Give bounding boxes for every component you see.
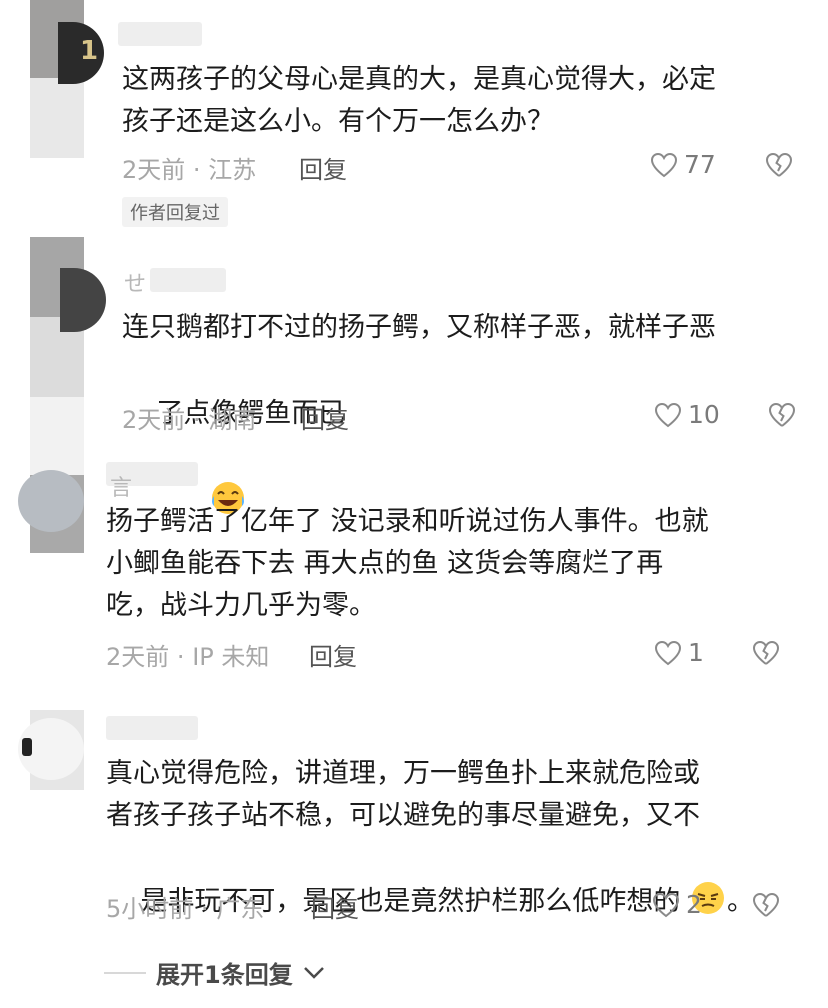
time: 5小时前 bbox=[106, 895, 194, 923]
location: 广东 bbox=[216, 895, 265, 923]
broken-heart-icon bbox=[765, 152, 793, 177]
like-button[interactable]: 1 bbox=[654, 638, 704, 667]
chevron-down-icon bbox=[303, 966, 324, 979]
avatar[interactable] bbox=[18, 718, 84, 780]
heart-icon bbox=[654, 640, 682, 665]
username-blurred[interactable] bbox=[106, 716, 198, 740]
avatar[interactable] bbox=[60, 268, 106, 332]
comment-text-line: 扬子鳄活了亿年了 没记录和听说过伤人事件。也就 bbox=[106, 506, 709, 537]
separator: · bbox=[192, 156, 201, 184]
like-count: 77 bbox=[684, 150, 716, 179]
location: IP 未知 bbox=[192, 643, 270, 671]
comment-item: 1 这两孩子的父母心是真的大，是真心觉得大，必定 孩子还是这么小。有个万一怎么办… bbox=[0, 0, 828, 230]
like-button[interactable]: 2 bbox=[652, 890, 702, 919]
reply-button[interactable]: 回复 bbox=[301, 400, 349, 435]
dislike-button[interactable] bbox=[752, 640, 780, 670]
separator: · bbox=[176, 643, 185, 671]
comment-text-line: 这两孩子的父母心是真的大，是真心觉得大，必定 bbox=[122, 64, 716, 95]
expand-replies-label: 展开1条回复 bbox=[156, 961, 293, 989]
dislike-button[interactable] bbox=[765, 152, 793, 182]
broken-heart-icon bbox=[752, 892, 780, 917]
separator: · bbox=[200, 895, 209, 923]
time: 2天前 bbox=[122, 406, 186, 434]
avatar[interactable] bbox=[18, 470, 84, 532]
reply-button[interactable]: 回复 bbox=[309, 637, 357, 672]
username-partial[interactable]: 言 bbox=[110, 470, 132, 502]
heart-icon bbox=[652, 892, 680, 917]
comment-text-line: 连只鹅都打不过的扬子鳄，又称样子恶，就样子恶 bbox=[122, 312, 716, 343]
author-replied-badge: 作者回复过 bbox=[122, 197, 228, 227]
avatar[interactable]: 1 bbox=[58, 22, 104, 84]
like-count: 2 bbox=[686, 890, 702, 919]
broken-heart-icon bbox=[768, 402, 796, 427]
blur-block bbox=[30, 397, 84, 475]
time: 2天前 bbox=[106, 643, 170, 671]
heart-icon bbox=[654, 402, 682, 427]
separator: · bbox=[192, 406, 201, 434]
username-blurred[interactable] bbox=[118, 22, 202, 46]
location: 湖南 bbox=[208, 406, 257, 434]
heart-icon bbox=[650, 152, 678, 177]
comment-text-line: 孩子还是这么小。有个万一怎么办？ bbox=[122, 106, 554, 137]
comment-meta: 5小时前 · 广东 bbox=[106, 889, 264, 924]
broken-heart-icon bbox=[752, 640, 780, 665]
comment-meta: 2天前 · 湖南 bbox=[122, 400, 256, 435]
dislike-button[interactable] bbox=[768, 402, 796, 432]
like-count: 1 bbox=[688, 638, 704, 667]
username-partial[interactable]: せ bbox=[124, 266, 146, 298]
comment-text-line: 真心觉得危险，讲道理，万一鳄鱼扑上来就危险或 bbox=[106, 758, 700, 789]
like-button[interactable]: 77 bbox=[650, 150, 716, 179]
username-blurred[interactable] bbox=[150, 268, 226, 292]
comment-text-line: 吃，战斗力几乎为零。 bbox=[106, 590, 376, 621]
reply-button[interactable]: 回复 bbox=[299, 150, 347, 185]
comment-meta: 2天前 · IP 未知 bbox=[106, 637, 269, 672]
time: 2天前 bbox=[122, 156, 186, 184]
reply-button[interactable]: 回复 bbox=[311, 889, 359, 924]
dislike-button[interactable] bbox=[752, 892, 780, 922]
expand-replies-button[interactable]: 展开1条回复 bbox=[104, 955, 325, 990]
comment-meta: 2天前 · 江苏 bbox=[122, 150, 256, 185]
divider-line bbox=[104, 971, 146, 974]
like-button[interactable]: 10 bbox=[654, 400, 720, 429]
like-count: 10 bbox=[688, 400, 720, 429]
comment-text-line: 者孩子孩子站不稳，可以避免的事尽量避免，又不 bbox=[106, 800, 700, 831]
location: 江苏 bbox=[208, 156, 257, 184]
comment-text-line: 小鲫鱼能吞下去 再大点的鱼 这货会等腐烂了再 bbox=[106, 548, 664, 579]
